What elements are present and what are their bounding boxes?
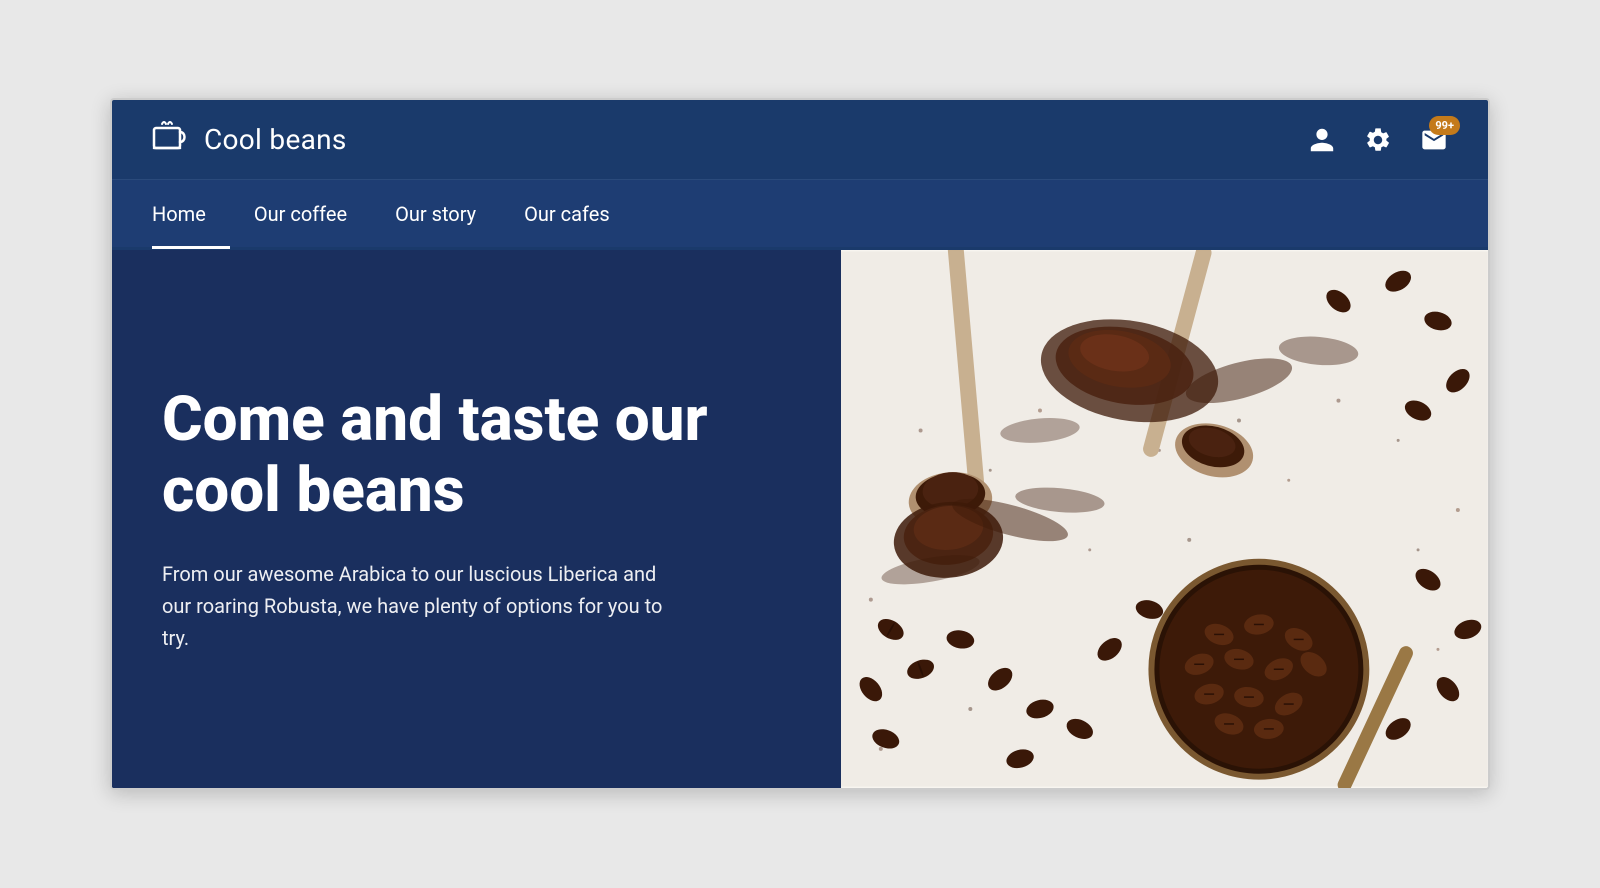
hero-section: Come and taste our cool beans From our a… — [112, 250, 1488, 788]
nav-item-our-coffee[interactable]: Our coffee — [230, 179, 371, 249]
top-icons: 99+ — [1308, 126, 1448, 154]
hero-title: Come and taste our cool beans — [162, 384, 791, 527]
top-bar: Cool beans 99+ — [112, 100, 1488, 180]
browser-window: Cool beans 99+ — [110, 98, 1490, 790]
logo-area: Cool beans — [152, 120, 347, 159]
nav-item-home[interactable]: Home — [152, 179, 230, 249]
hero-content-left: Come and taste our cool beans From our a… — [112, 250, 841, 788]
nav-item-our-story[interactable]: Our story — [371, 179, 500, 249]
hero-image-right — [841, 250, 1488, 788]
coffee-cup-icon — [152, 120, 190, 159]
nav-item-our-cafes[interactable]: Our cafes — [500, 179, 634, 249]
hero-subtitle: From our awesome Arabica to our luscious… — [162, 558, 682, 654]
logo-text: Cool beans — [204, 123, 347, 156]
settings-button[interactable] — [1364, 126, 1392, 154]
notification-badge: 99+ — [1429, 116, 1460, 135]
coffee-scene — [841, 250, 1488, 788]
mail-button[interactable]: 99+ — [1420, 126, 1448, 154]
user-button[interactable] — [1308, 126, 1336, 154]
nav-bar: Home Our coffee Our story Our cafes — [112, 180, 1488, 250]
